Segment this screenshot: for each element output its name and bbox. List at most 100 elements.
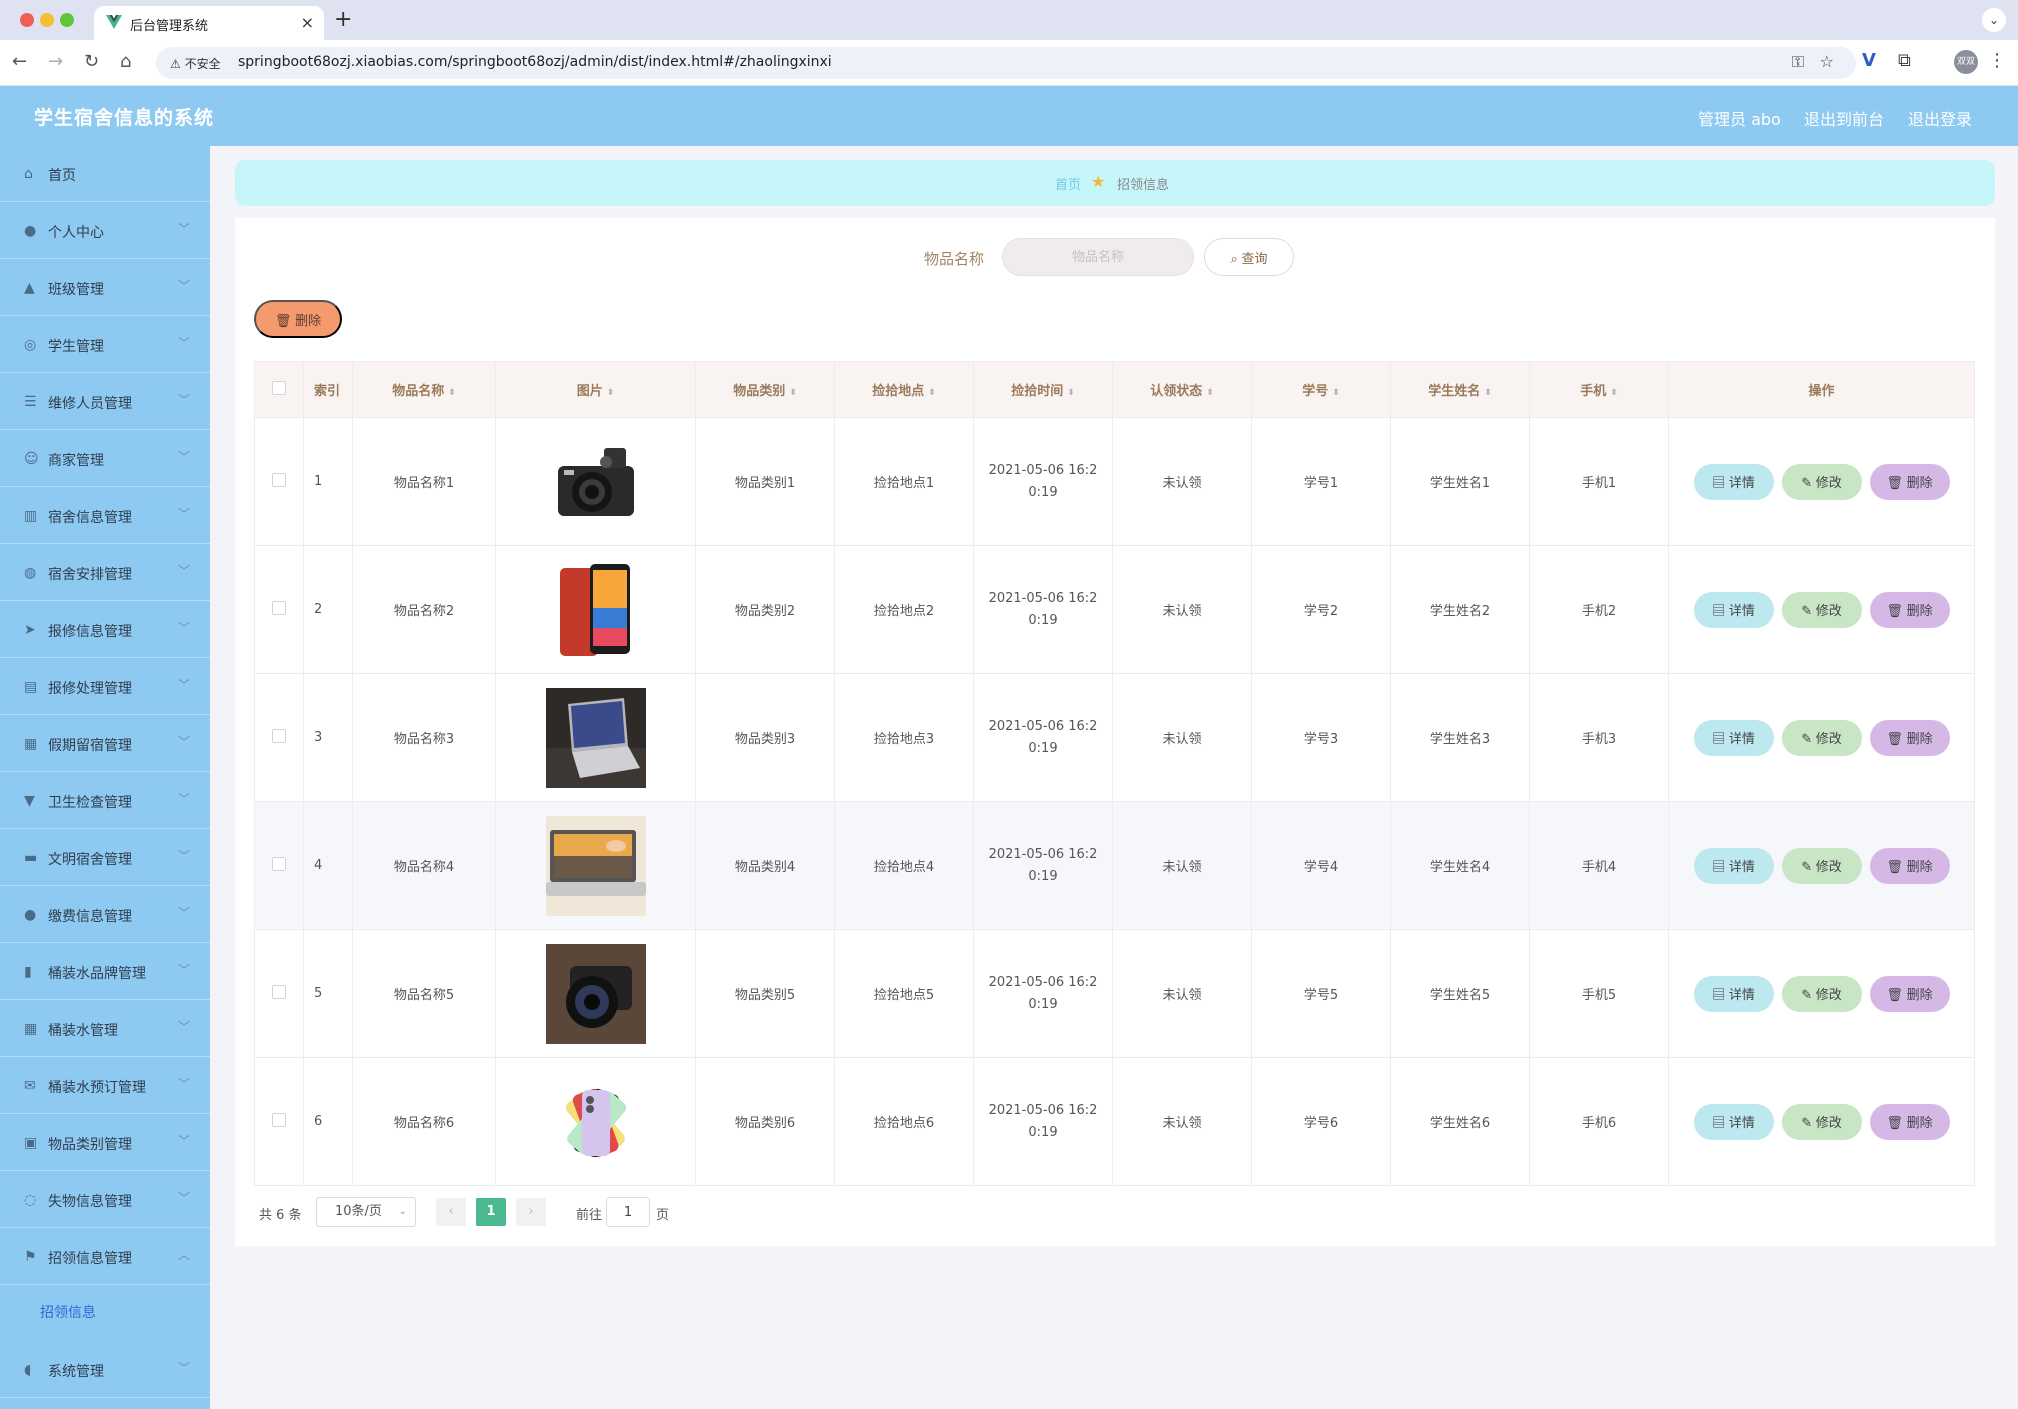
edit-button[interactable]: ✎ 修改	[1781, 847, 1862, 884]
new-tab-icon[interactable]: +	[334, 7, 352, 32]
delete-button[interactable]: 🗑 删除	[1869, 847, 1950, 884]
search-input[interactable]	[1002, 238, 1194, 276]
maximize-window-icon[interactable]	[60, 13, 74, 27]
extensions-puzzle-icon[interactable]: ⧉	[1898, 50, 1911, 71]
row-checkbox[interactable]	[272, 600, 286, 615]
batch-delete-button[interactable]: 🗑 删除	[254, 300, 342, 338]
detail-button[interactable]: ▤ 详情	[1693, 975, 1774, 1012]
tab-close-icon[interactable]: ×	[301, 13, 314, 32]
sort-icon[interactable]: ⬍	[1332, 388, 1340, 398]
edit-button[interactable]: ✎ 修改	[1781, 975, 1862, 1012]
sidebar-item[interactable]: ➤ 报修信息管理 ﹀	[0, 602, 210, 658]
column-header[interactable]: 学号 ⬍	[1251, 361, 1391, 418]
select-all-checkbox[interactable]	[272, 380, 286, 395]
sort-icon[interactable]: ⬍	[789, 388, 797, 398]
sidebar-item[interactable]: ✉ 桶装水预订管理 ﹀	[0, 1058, 210, 1114]
sidebar-item[interactable]: ▣ 物品类别管理 ﹀	[0, 1115, 210, 1171]
table-row[interactable]: 5 物品名称5 物品类别5 捡拾地点5 2021-05-06 16:20:19 未认领 学号…	[254, 929, 1975, 1058]
address-bar[interactable]: ⚠ 不安全 springboot68ozj.xiaobias.com/sprin…	[156, 47, 1856, 79]
page-size-select[interactable]: 10条/页 ⌄	[316, 1197, 416, 1227]
menu-dots-icon[interactable]: ⋮	[1988, 50, 2006, 71]
sort-icon[interactable]: ⬍	[928, 388, 936, 398]
sidebar-item[interactable]: ◍ 宿舍安排管理 ﹀	[0, 545, 210, 601]
column-header[interactable]: 物品类别 ⬍	[695, 361, 835, 418]
detail-button[interactable]: ▤ 详情	[1693, 719, 1774, 756]
security-indicator[interactable]: ⚠ 不安全	[166, 53, 225, 74]
back-icon[interactable]: ←	[12, 51, 27, 72]
extension-v-icon[interactable]: V	[1862, 50, 1876, 71]
home-browser-icon[interactable]: ⌂	[120, 51, 131, 72]
search-button[interactable]: ⌕ 查询	[1204, 238, 1294, 276]
sidebar-item[interactable]: ⚑ 招领信息管理 ︿	[0, 1229, 210, 1285]
table-row[interactable]: 3 物品名称3 物品类别3 捡拾地点3 2021-05-06 16:20:19 未认领 学号…	[254, 673, 1975, 802]
close-window-icon[interactable]	[20, 13, 34, 27]
sidebar-subitem-zhaoling[interactable]: 招领信息	[0, 1286, 210, 1336]
edit-button[interactable]: ✎ 修改	[1781, 719, 1862, 756]
back-to-front-link[interactable]: 退出到前台	[1804, 106, 1884, 130]
sidebar-item[interactable]: ▬ 文明宿舍管理 ﹀	[0, 830, 210, 886]
column-header[interactable]: 学生姓名 ⬍	[1390, 361, 1530, 418]
reload-icon[interactable]: ↻	[84, 51, 99, 72]
table-row[interactable]: 6 物品名称6 物品类别6 捡拾地点6 2021-05-06 16:20:19 未认领 学号…	[254, 1057, 1975, 1186]
logout-link[interactable]: 退出登录	[1908, 106, 1972, 130]
row-checkbox[interactable]	[272, 856, 286, 871]
sort-icon[interactable]: ⬍	[1067, 388, 1075, 398]
table-row[interactable]: 4 物品名称4 物品类别4 捡拾地点4 2021-05-06 16:20:19 未认领 学号…	[254, 801, 1975, 930]
sidebar-item[interactable]: ▥ 宿舍信息管理 ﹀	[0, 488, 210, 544]
sort-icon[interactable]: ⬍	[607, 388, 615, 398]
prev-page-icon[interactable]: ‹	[436, 1198, 466, 1226]
profile-avatar[interactable]: 双双	[1954, 50, 1978, 74]
minimize-window-icon[interactable]	[40, 13, 54, 27]
sidebar-item[interactable]: ● 缴费信息管理 ﹀	[0, 887, 210, 943]
column-header[interactable]: 认领状态 ⬍	[1112, 361, 1252, 418]
column-header[interactable]: 捡拾地点 ⬍	[834, 361, 974, 418]
column-header[interactable]: 捡拾时间 ⬍	[973, 361, 1113, 418]
detail-button[interactable]: ▤ 详情	[1693, 463, 1774, 500]
breadcrumb-home[interactable]: 首页	[1055, 174, 1081, 193]
sidebar-item[interactable]: ◎ 学生管理 ﹀	[0, 317, 210, 373]
sidebar-item[interactable]: ▮ 桶装水品牌管理 ﹀	[0, 944, 210, 1000]
sort-icon[interactable]: ⬍	[1206, 388, 1214, 398]
table-row[interactable]: 2 物品名称2 物品类别2 捡拾地点2 2021-05-06 16:20:19 未认领 学号…	[254, 545, 1975, 674]
edit-button[interactable]: ✎ 修改	[1781, 591, 1862, 628]
bookmark-star-icon[interactable]: ☆	[1820, 52, 1834, 71]
row-checkbox[interactable]	[272, 984, 286, 999]
sidebar-item[interactable]: ● 个人中心 ﹀	[0, 203, 210, 259]
row-checkbox[interactable]	[272, 1112, 286, 1127]
detail-button[interactable]: ▤ 详情	[1693, 591, 1774, 628]
row-checkbox[interactable]	[272, 728, 286, 743]
column-header[interactable]: 手机 ⬍	[1529, 361, 1669, 418]
column-header[interactable]: 物品名称 ⬍	[352, 361, 496, 418]
detail-button[interactable]: ▤ 详情	[1693, 847, 1774, 884]
edit-button[interactable]: ✎ 修改	[1781, 463, 1862, 500]
sidebar-item[interactable]: ☰ 维修人员管理 ﹀	[0, 374, 210, 430]
sidebar-item[interactable]: ☺ 商家管理 ﹀	[0, 431, 210, 487]
sort-icon[interactable]: ⬍	[1610, 388, 1618, 398]
page-number-current[interactable]: 1	[476, 1198, 506, 1226]
sidebar-item[interactable]: ◌ 失物信息管理 ﹀	[0, 1172, 210, 1228]
goto-page-input[interactable]	[606, 1197, 650, 1227]
table-row[interactable]: 1 物品名称1 物品类别1 捡拾地点1 2021-05-06 16:20:19 未认领 学号…	[254, 417, 1975, 546]
tab-search-icon[interactable]: ⌄	[1982, 8, 2006, 32]
key-icon[interactable]: ⚿	[1792, 52, 1804, 72]
browser-tab[interactable]: 后台管理系统 ×	[94, 6, 324, 40]
next-page-icon[interactable]: ›	[516, 1198, 546, 1226]
delete-button[interactable]: 🗑 删除	[1869, 463, 1950, 500]
sidebar-item[interactable]: ▦ 假期留宿管理 ﹀	[0, 716, 210, 772]
sidebar-item-system[interactable]: ◖ 系统管理 ﹀	[0, 1342, 210, 1398]
sort-icon[interactable]: ⬍	[448, 388, 456, 398]
delete-button[interactable]: 🗑 删除	[1869, 1103, 1950, 1140]
delete-button[interactable]: 🗑 删除	[1869, 591, 1950, 628]
column-header[interactable]: 图片 ⬍	[495, 361, 696, 418]
sidebar-item[interactable]: ▼ 卫生检查管理 ﹀	[0, 773, 210, 829]
sidebar-item[interactable]: ▤ 报修处理管理 ﹀	[0, 659, 210, 715]
row-checkbox[interactable]	[272, 472, 286, 487]
sidebar-item[interactable]: ▦ 桶装水管理 ﹀	[0, 1001, 210, 1057]
delete-button[interactable]: 🗑 删除	[1869, 719, 1950, 756]
sidebar-item[interactable]: ▲ 班级管理 ﹀	[0, 260, 210, 316]
edit-button[interactable]: ✎ 修改	[1781, 1103, 1862, 1140]
sidebar-item[interactable]: ⌂ 首页	[0, 146, 210, 202]
forward-icon[interactable]: →	[48, 51, 63, 72]
delete-button[interactable]: 🗑 删除	[1869, 975, 1950, 1012]
sort-icon[interactable]: ⬍	[1484, 388, 1492, 398]
